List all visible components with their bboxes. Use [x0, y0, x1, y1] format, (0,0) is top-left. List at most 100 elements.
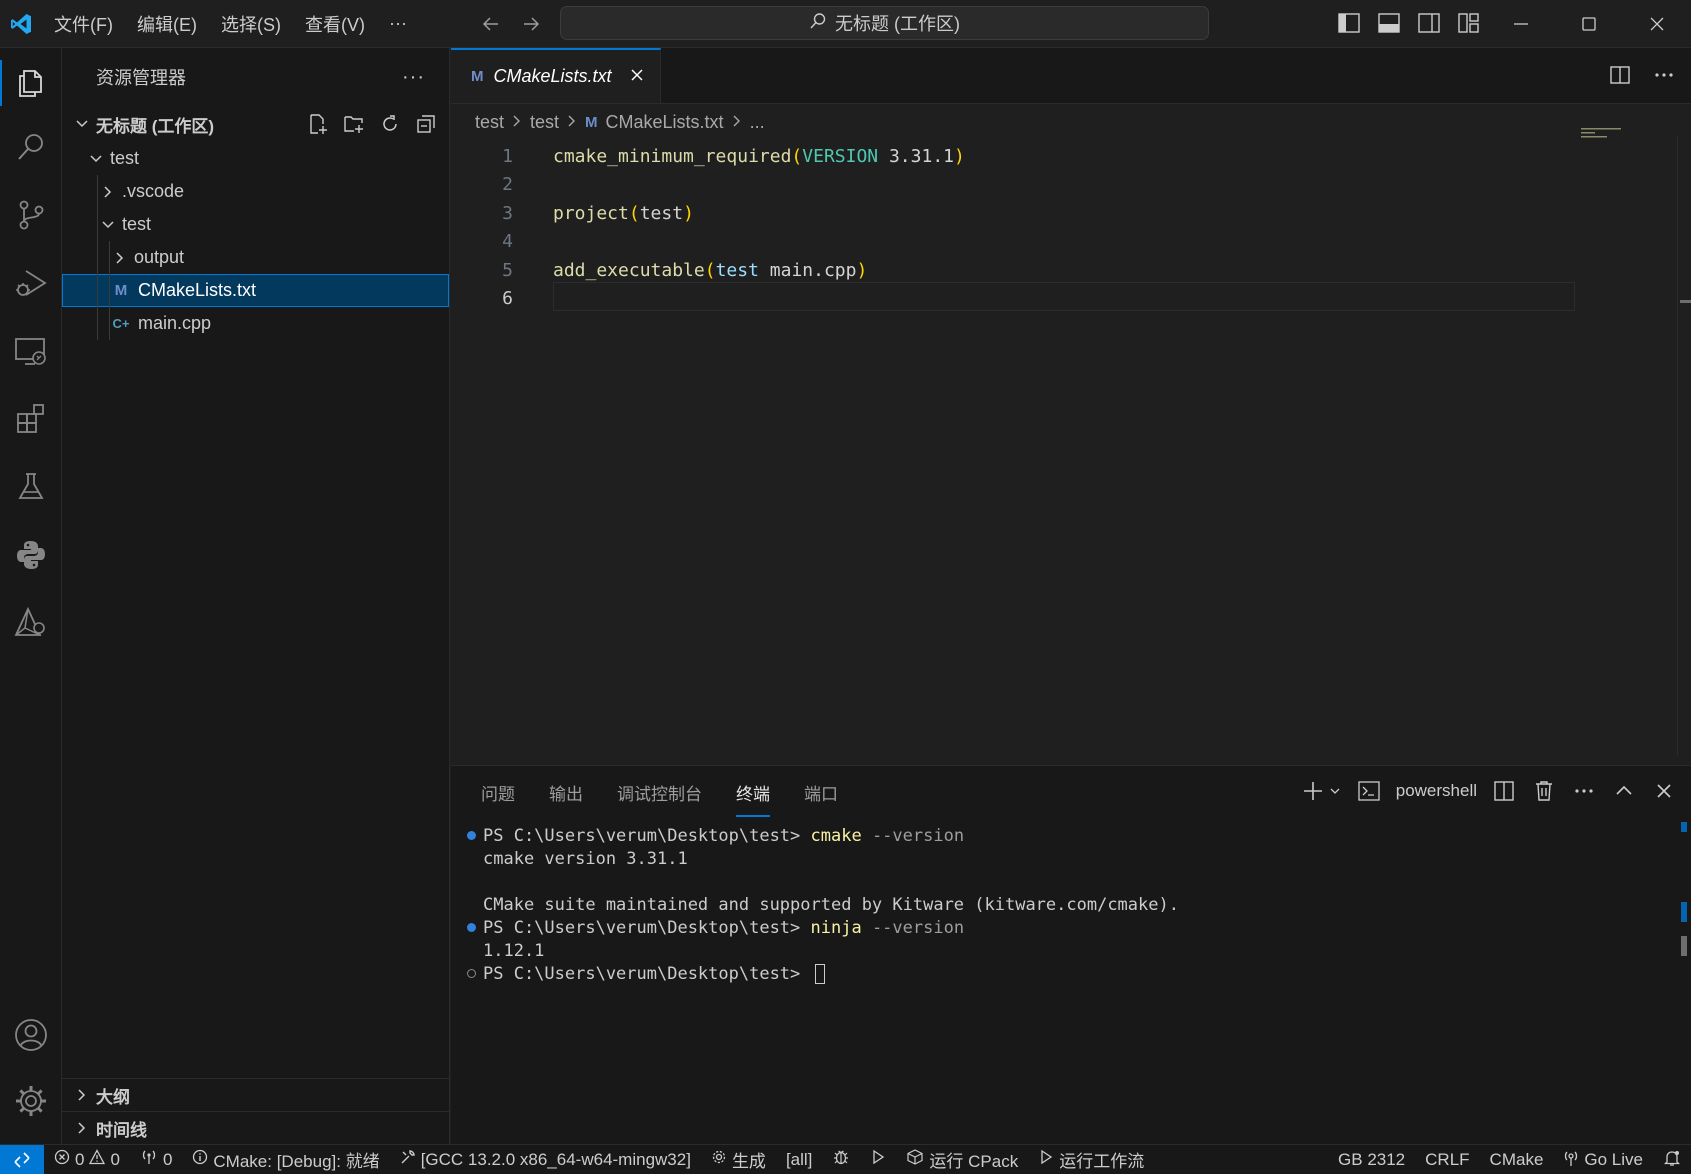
code-token: 3.31.1	[888, 145, 954, 167]
code-line: 5 add_executable(test main.cpp)	[451, 256, 1691, 285]
close-window-icon[interactable]	[1623, 0, 1691, 48]
breadcrumb-item[interactable]: test	[530, 112, 559, 133]
indent-guide	[109, 307, 110, 340]
terminal-output[interactable]: PS C:\Users\verum\Desktop\test> cmake --…	[451, 818, 1691, 985]
maximize-panel-icon[interactable]	[1611, 778, 1637, 804]
tree-item-main-cpp[interactable]: C+ main.cpp	[62, 307, 449, 340]
tab-output[interactable]: 输出	[549, 780, 583, 805]
cmake-debug[interactable]	[822, 1148, 860, 1171]
minimize-icon[interactable]	[1487, 0, 1555, 48]
tab-terminal[interactable]: 终端	[736, 780, 770, 817]
outline-section[interactable]: 大纲	[62, 1078, 450, 1111]
cmake-build[interactable]: 生成	[701, 1147, 776, 1172]
split-editor-icon[interactable]	[1607, 62, 1633, 88]
customize-layout-icon[interactable]	[1456, 9, 1482, 37]
cmake-cpack[interactable]: 运行 CPack	[896, 1147, 1028, 1172]
close-tab-icon[interactable]	[630, 66, 644, 87]
search-view-icon[interactable]	[0, 116, 62, 178]
warning-count: 0	[110, 1149, 120, 1169]
terminal-prompt: PS C:\Users\verum\Desktop\test>	[483, 917, 811, 938]
maximize-icon[interactable]	[1555, 0, 1623, 48]
language-status[interactable]: CMake	[1480, 1150, 1554, 1170]
minimap[interactable]	[1581, 128, 1651, 148]
bottom-panel: 问题 输出 调试控制台 终端 端口 powershell PS C:\Users…	[451, 765, 1691, 1144]
collapse-all-icon[interactable]	[413, 110, 439, 138]
line-number: 5	[502, 259, 513, 281]
search-label: 无标题 (工作区)	[835, 14, 960, 34]
problems-status[interactable]: 0 0	[44, 1149, 130, 1170]
cmake-tools-icon[interactable]	[0, 592, 62, 654]
new-folder-icon[interactable]	[341, 110, 367, 138]
line-number: 3	[502, 202, 513, 224]
testing-icon[interactable]	[0, 456, 62, 518]
timeline-section[interactable]: 时间线	[62, 1111, 450, 1144]
cmake-status[interactable]: CMake: [Debug]: 就绪	[182, 1147, 389, 1172]
cmake-workflow[interactable]: 运行工作流	[1028, 1147, 1154, 1172]
tab-problems[interactable]: 问题	[481, 780, 515, 805]
explorer-icon[interactable]	[0, 52, 62, 114]
cmake-target[interactable]: [all]	[776, 1150, 822, 1170]
python-icon[interactable]	[0, 524, 62, 586]
chevron-down-icon[interactable]	[1328, 778, 1342, 804]
back-arrow-icon[interactable]	[477, 10, 505, 38]
cmake-kit[interactable]: [GCC 13.2.0 x86_64-w64-mingw32]	[390, 1149, 701, 1170]
code-token: project	[553, 202, 629, 224]
refresh-icon[interactable]	[377, 110, 403, 138]
trash-icon[interactable]	[1531, 778, 1557, 804]
close-panel-icon[interactable]	[1651, 778, 1677, 804]
new-file-icon[interactable]	[305, 110, 331, 138]
eol-status[interactable]: CRLF	[1415, 1150, 1479, 1170]
indent-guide	[109, 274, 110, 307]
go-live-status[interactable]: Go Live	[1553, 1149, 1653, 1172]
play-icon	[870, 1149, 886, 1170]
toggle-panel-icon[interactable]	[1376, 9, 1402, 37]
menu-edit[interactable]: 编辑(E)	[125, 11, 209, 37]
ports-status[interactable]: 0	[130, 1149, 182, 1170]
more-actions-icon[interactable]	[1571, 778, 1597, 804]
command-center-search[interactable]: 无标题 (工作区)	[560, 6, 1209, 40]
forward-arrow-icon[interactable]	[517, 10, 545, 38]
error-count: 0	[75, 1149, 85, 1169]
command-success-icon[interactable]	[465, 830, 477, 842]
code-editor[interactable]: 1 cmake_minimum_required(VERSION 3.31.1)…	[451, 142, 1691, 313]
encoding-status[interactable]: GB 2312	[1328, 1150, 1415, 1170]
tree-item-test-root[interactable]: test	[62, 142, 449, 175]
remote-explorer-icon[interactable]	[0, 320, 62, 382]
language-label: CMake	[1489, 1150, 1544, 1169]
cmake-launch[interactable]	[860, 1149, 896, 1170]
breadcrumb-item[interactable]: ...	[750, 112, 765, 133]
manage-gear-icon[interactable]	[0, 1070, 62, 1132]
new-terminal-icon[interactable]	[1300, 778, 1326, 804]
split-terminal-icon[interactable]	[1491, 778, 1517, 804]
toggle-secondary-sidebar-icon[interactable]	[1416, 9, 1442, 37]
tree-item-test-sub[interactable]: test	[62, 208, 449, 241]
tab-ports[interactable]: 端口	[804, 780, 838, 805]
breadcrumb-item[interactable]: CMakeLists.txt	[606, 112, 724, 133]
extensions-icon[interactable]	[0, 388, 62, 450]
remote-indicator-icon[interactable]	[0, 1144, 44, 1174]
menu-view[interactable]: 查看(V)	[293, 11, 377, 37]
terminal-scrollbar[interactable]	[1681, 822, 1687, 956]
terminal-shell-name[interactable]: powershell	[1396, 781, 1477, 801]
accounts-icon[interactable]	[0, 1004, 62, 1066]
command-success-icon[interactable]	[465, 922, 477, 934]
gear-icon	[711, 1149, 727, 1170]
source-control-icon[interactable]	[0, 184, 62, 246]
menu-selection[interactable]: 选择(S)	[209, 11, 293, 37]
more-actions-icon[interactable]	[1651, 62, 1677, 88]
notifications[interactable]	[1653, 1149, 1691, 1172]
tab-cmakelists[interactable]: M CMakeLists.txt	[451, 48, 661, 103]
workspace-header[interactable]: 无标题 (工作区)	[62, 106, 449, 142]
menu-file[interactable]: 文件(F)	[42, 11, 125, 37]
tree-item-cmakelists[interactable]: M CMakeLists.txt	[62, 274, 449, 307]
tree-item-vscode[interactable]: .vscode	[62, 175, 449, 208]
explorer-more-button[interactable]: ···	[402, 66, 425, 89]
menu-more[interactable]: ···	[377, 13, 419, 34]
tab-debug-console[interactable]: 调试控制台	[617, 780, 702, 805]
editor-scrollbar[interactable]	[1677, 136, 1691, 756]
cpp-file-icon: C+	[112, 316, 130, 331]
toggle-sidebar-icon[interactable]	[1336, 9, 1362, 37]
tree-item-output[interactable]: output	[62, 241, 449, 274]
breadcrumb-item[interactable]: test	[475, 112, 504, 133]
run-debug-icon[interactable]	[0, 252, 62, 314]
